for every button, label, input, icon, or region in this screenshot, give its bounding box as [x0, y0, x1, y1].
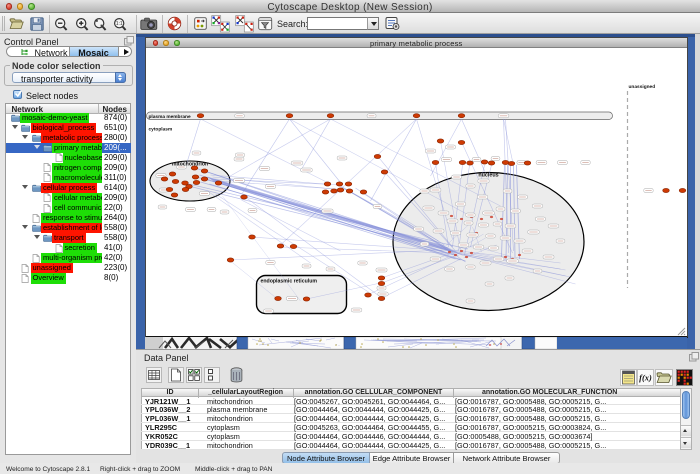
svg-text:plasma membrane: plasma membrane [149, 114, 191, 120]
svg-text:endoplasmic reticulum: endoplasmic reticulum [261, 279, 318, 285]
svg-text:unassigned: unassigned [629, 84, 656, 90]
svg-text:mitochondrion: mitochondrion [172, 162, 208, 168]
svg-text:nucleus: nucleus [478, 173, 498, 179]
svg-text:cytoplasm: cytoplasm [149, 127, 173, 133]
